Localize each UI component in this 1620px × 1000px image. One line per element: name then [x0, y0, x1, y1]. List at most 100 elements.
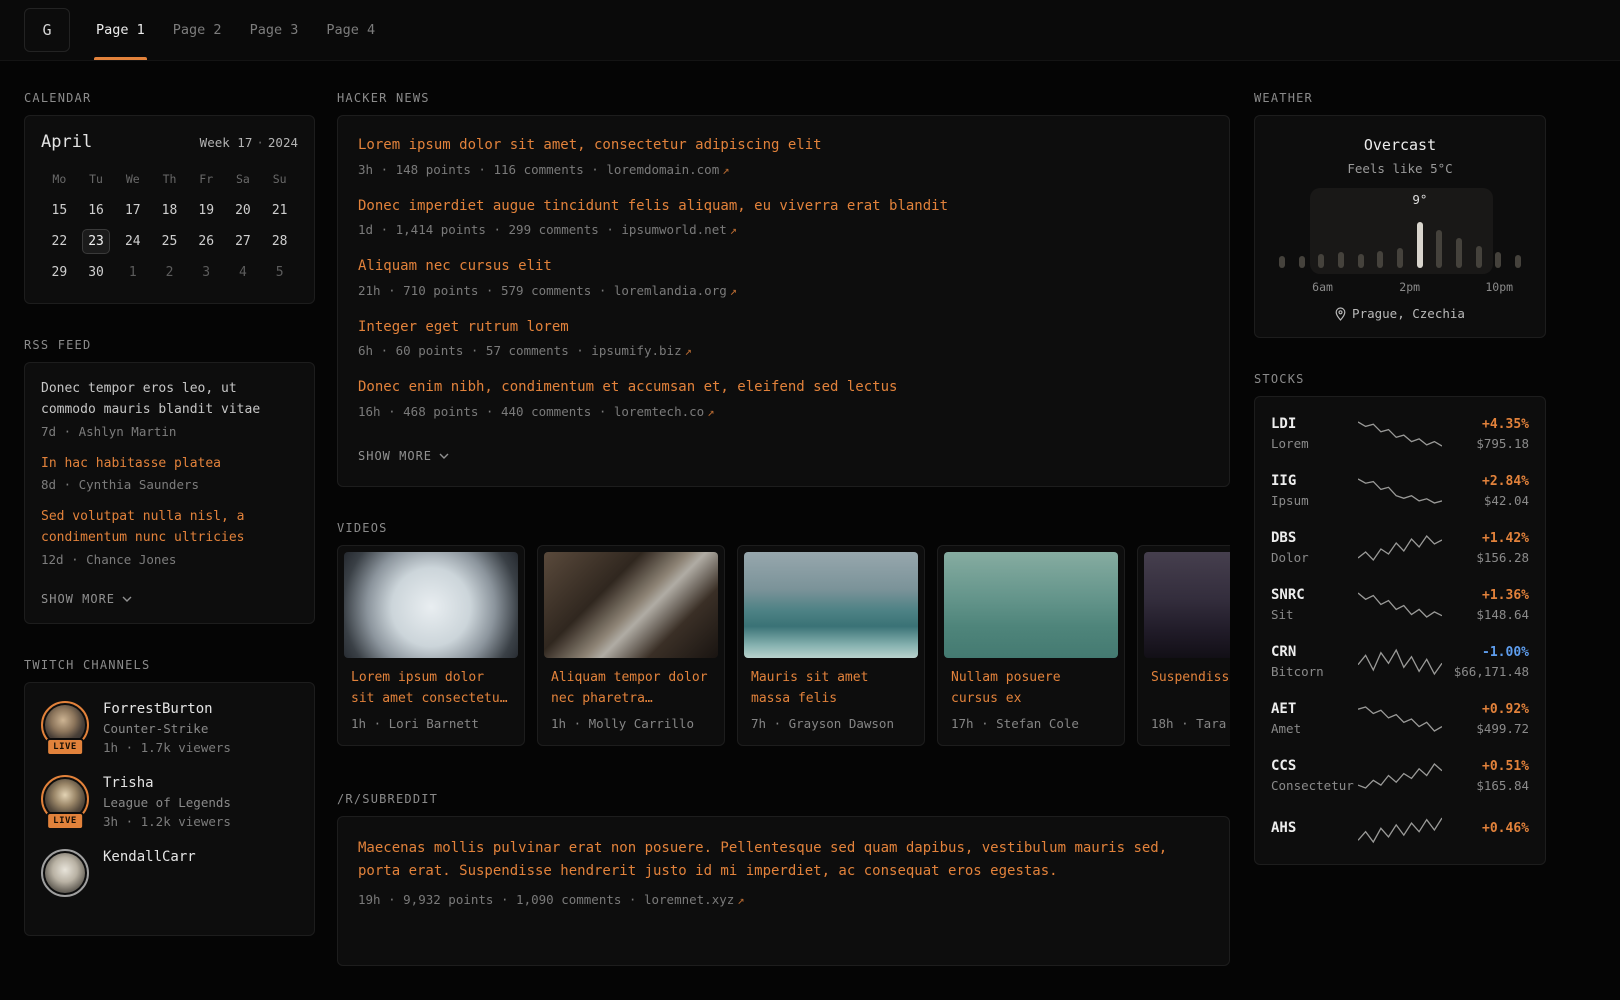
stock-symbol[interactable]: LDI: [1271, 416, 1358, 432]
video-thumbnail[interactable]: [344, 552, 518, 658]
video-title[interactable]: Aliquam tempor dolor nec pharetra…: [551, 668, 711, 710]
video-card[interactable]: Lorem ipsum dolor sit amet consectetu… 1…: [337, 545, 525, 746]
avatar-image: [45, 853, 85, 893]
channel-info: ForrestBurton Counter-Strike 1h · 1.7k v…: [103, 701, 231, 755]
tab-page-2[interactable]: Page 2: [159, 0, 236, 60]
video-title[interactable]: Nullam posuere cursus ex: [951, 668, 1111, 710]
stock-symbol[interactable]: CRN: [1271, 644, 1358, 660]
tab-page-4[interactable]: Page 4: [312, 0, 389, 60]
rss-item-title[interactable]: Sed volutpat nulla nisl, a condimentum n…: [41, 507, 298, 549]
stock-change: +2.84%: [1442, 474, 1529, 489]
rss-item-title[interactable]: Donec tempor eros leo, ut commodo mauris…: [41, 379, 298, 421]
video-thumbnail[interactable]: [944, 552, 1118, 658]
stock-price: $148.64: [1442, 607, 1529, 622]
tab-page-1[interactable]: Page 1: [82, 0, 159, 60]
stock-row[interactable]: DBSDolor +1.42%$156.28: [1271, 519, 1529, 576]
stock-sparkline: [1358, 815, 1442, 845]
video-thumbnail[interactable]: [1144, 552, 1230, 658]
stock-sparkline: [1358, 533, 1442, 563]
hn-story[interactable]: Donec enim nibh, condimentum et accumsan…: [358, 378, 1209, 419]
video-card[interactable]: Mauris sit amet massa felis 7h · Grayson…: [737, 545, 925, 746]
calendar-day: 23: [82, 229, 110, 254]
video-title[interactable]: Suspendisse diam: [1151, 668, 1230, 710]
calendar-day-headers: MoTuWeThFrSaSu: [41, 172, 298, 186]
channel-info: KendallCarr: [103, 849, 196, 897]
hn-story-title[interactable]: Integer eget rutrum lorem: [358, 318, 1209, 338]
stock-sparkline: [1358, 419, 1442, 449]
video-meta: 18h · Tara: [1151, 716, 1230, 731]
calendar-day-header: Mo: [52, 172, 66, 186]
calendar-month: April: [41, 132, 92, 152]
calendar-day: 22: [45, 229, 73, 254]
stock-symbol[interactable]: SNRC: [1271, 587, 1358, 603]
weather-condition: Overcast: [1271, 136, 1529, 154]
calendar-day: 1: [119, 260, 147, 285]
stock-name: Lorem: [1271, 436, 1358, 451]
weather-hour-bar: [1436, 230, 1442, 268]
hn-story-title[interactable]: Aliquam nec cursus elit: [358, 257, 1209, 277]
calendar-day-grid: 1516171819202122232425262728293012345: [41, 198, 298, 285]
hn-show-more-button[interactable]: SHOW MORE: [358, 449, 449, 463]
rss-show-more-button[interactable]: SHOW MORE: [41, 592, 132, 606]
rss-item-meta: 7d · Ashlyn Martin: [41, 424, 298, 439]
hn-story[interactable]: Integer eget rutrum lorem 6h · 60 points…: [358, 318, 1209, 359]
stock-row[interactable]: CCSConsectetur +0.51%$165.84: [1271, 747, 1529, 804]
hn-story[interactable]: Donec imperdiet augue tincidunt felis al…: [358, 197, 1209, 238]
twitch-box: LIVE ForrestBurton Counter-Strike 1h · 1…: [24, 682, 315, 936]
external-link-icon: ↗: [737, 893, 744, 907]
rss-item[interactable]: Sed volutpat nulla nisl, a condimentum n…: [41, 507, 298, 567]
calendar-day: 24: [119, 229, 147, 254]
stock-row[interactable]: IIGIpsum +2.84%$42.04: [1271, 462, 1529, 519]
twitch-channel[interactable]: LIVE Trisha League of Legends 3h · 1.2k …: [41, 775, 298, 829]
stock-symbol[interactable]: DBS: [1271, 530, 1358, 546]
rss-item[interactable]: Donec tempor eros leo, ut commodo mauris…: [41, 379, 298, 439]
calendar-header: April Week 17·2024: [41, 132, 298, 152]
video-card[interactable]: Aliquam tempor dolor nec pharetra… 1h · …: [537, 545, 725, 746]
hn-story-title[interactable]: Donec enim nibh, condimentum et accumsan…: [358, 378, 1209, 398]
channel-name[interactable]: KendallCarr: [103, 849, 196, 865]
weather-hour-bar: [1515, 255, 1521, 268]
rss-item[interactable]: In hac habitasse platea 8d · Cynthia Sau…: [41, 454, 298, 493]
stock-symbol[interactable]: CCS: [1271, 758, 1358, 774]
stock-symbol[interactable]: AHS: [1271, 820, 1358, 836]
stock-sparkline: [1358, 590, 1442, 620]
channel-category: League of Legends: [103, 795, 231, 810]
rss-item-title[interactable]: In hac habitasse platea: [41, 454, 298, 475]
calendar-day: 5: [266, 260, 294, 285]
stock-row[interactable]: AHS +0.46%: [1271, 804, 1529, 856]
video-thumbnail[interactable]: [744, 552, 918, 658]
stock-change: -1.00%: [1442, 645, 1529, 660]
twitch-channel[interactable]: LIVE ForrestBurton Counter-Strike 1h · 1…: [41, 701, 298, 755]
tab-page-3[interactable]: Page 3: [236, 0, 313, 60]
video-title[interactable]: Lorem ipsum dolor sit amet consectetu…: [351, 668, 511, 710]
stock-sparkline: [1358, 761, 1442, 791]
stock-symbol[interactable]: IIG: [1271, 473, 1358, 489]
channel-name[interactable]: Trisha: [103, 775, 231, 791]
hn-story[interactable]: Aliquam nec cursus elit 21h · 710 points…: [358, 257, 1209, 298]
video-card[interactable]: Suspendisse diam 18h · Tara: [1137, 545, 1230, 746]
stock-row[interactable]: LDILorem +4.35%$795.18: [1271, 405, 1529, 462]
hn-story-meta: 1d · 1,414 points · 299 comments · ipsum…: [358, 222, 1209, 237]
app-logo[interactable]: G: [24, 8, 70, 52]
dashboard-page: G Page 1 Page 2 Page 3 Page 4 CALENDAR A…: [0, 0, 1620, 1000]
channel-name[interactable]: ForrestBurton: [103, 701, 231, 717]
calendar-box: April Week 17·2024 MoTuWeThFrSaSu 151617…: [24, 115, 315, 304]
hn-story[interactable]: Lorem ipsum dolor sit amet, consectetur …: [358, 136, 1209, 177]
video-thumbnail[interactable]: [544, 552, 718, 658]
subreddit-post-title[interactable]: Maecenas mollis pulvinar erat non posuer…: [358, 837, 1209, 883]
video-card[interactable]: Nullam posuere cursus ex 17h · Stefan Co…: [937, 545, 1125, 746]
weather-hour-bar: [1456, 238, 1462, 268]
stock-symbol[interactable]: AET: [1271, 701, 1358, 717]
calendar-day: 20: [229, 198, 257, 223]
twitch-channel[interactable]: KendallCarr: [41, 849, 298, 897]
hn-story-title[interactable]: Lorem ipsum dolor sit amet, consectetur …: [358, 136, 1209, 156]
stock-change: +1.42%: [1442, 531, 1529, 546]
weather-feels-like: Feels like 5°C: [1271, 161, 1529, 176]
hn-story-title[interactable]: Donec imperdiet augue tincidunt felis al…: [358, 197, 1209, 217]
video-title[interactable]: Mauris sit amet massa felis: [751, 668, 911, 710]
stock-row[interactable]: AETAmet +0.92%$499.72: [1271, 690, 1529, 747]
stock-row[interactable]: SNRCSit +1.36%$148.64: [1271, 576, 1529, 633]
stock-row[interactable]: CRNBitcorn -1.00%$66,171.48: [1271, 633, 1529, 690]
weather-hour-bar: [1417, 222, 1423, 268]
stock-name: Sit: [1271, 607, 1358, 622]
